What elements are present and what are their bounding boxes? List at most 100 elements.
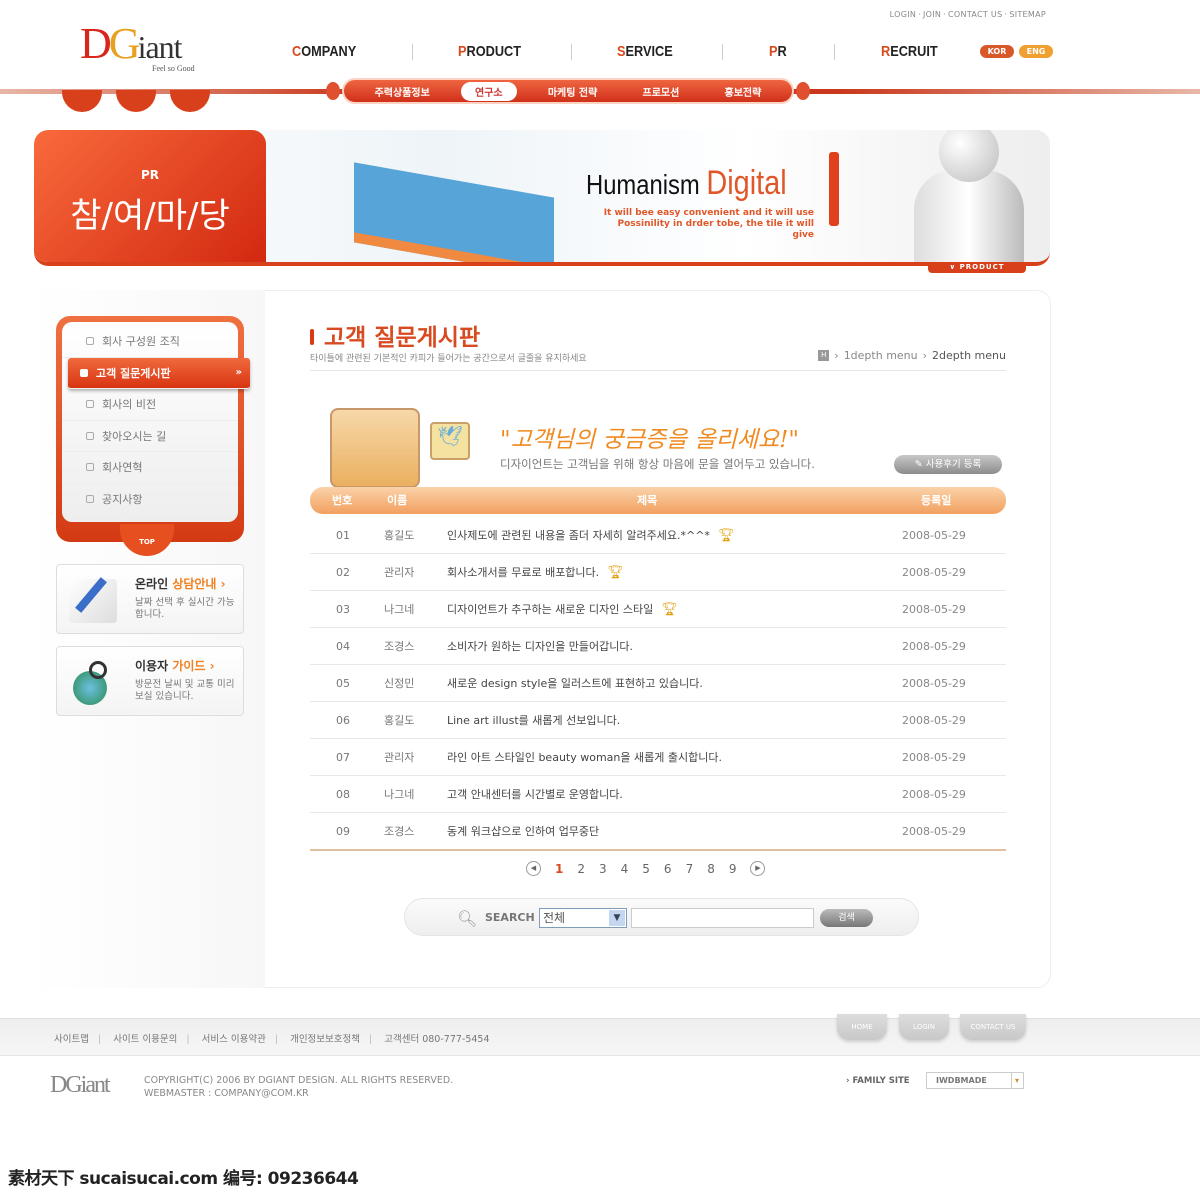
row-number: 09 (336, 825, 350, 838)
nav-recruit[interactable]: RECRUIT (881, 43, 938, 60)
footer-link[interactable]: 사이트맵 (54, 1034, 89, 1045)
nav-pr[interactable]: PR (769, 43, 824, 60)
join-link[interactable]: JOIN (923, 10, 941, 19)
subnav-item[interactable]: 마케팅 전략 (534, 82, 611, 101)
row-author: 관리자 (384, 751, 415, 764)
logo[interactable]: DGiant (80, 22, 183, 69)
row-date: 2008-05-29 (902, 566, 966, 579)
section-title: 참/여/마/당 (70, 196, 230, 236)
nav-dot-icon (326, 82, 340, 100)
page-link[interactable]: 3 (599, 862, 607, 876)
footer-logo: DGiant (50, 1072, 111, 1098)
row-date: 2008-05-29 (902, 788, 966, 801)
side-menu-item[interactable]: 공지사항 (62, 484, 238, 516)
logo-rest: iant (137, 29, 183, 65)
box-desc: 방문전 날씨 및 교통 미리보실 있습니다. (135, 679, 235, 702)
page-link[interactable]: 9 (729, 862, 737, 876)
page-link[interactable]: 7 (686, 862, 694, 876)
page-link[interactable]: 8 (707, 862, 715, 876)
row-date: 2008-05-29 (902, 714, 966, 727)
side-menu-item[interactable]: 찾아오시는 길 (62, 421, 238, 452)
prev-page-icon[interactable]: ◀ (526, 861, 541, 876)
subnav-item[interactable]: 주력상품정보 (361, 82, 444, 101)
customer-center: 고객센터 080-777-5454 (384, 1034, 490, 1045)
table-row[interactable]: 05 신정민 새로운 design style을 일러스트에 표현하고 있습니다… (310, 665, 1006, 702)
footer-link[interactable]: 사이트 이용문의 (113, 1034, 177, 1045)
side-menu-item-active[interactable]: 고객 질문게시판» (68, 357, 250, 389)
user-guide-box[interactable]: 이용자 가이드 › 방문전 날씨 및 교통 미리보실 있습니다. (56, 646, 244, 716)
home-icon[interactable]: H (818, 350, 830, 361)
col-date: 등록일 (921, 494, 952, 507)
subnav-item[interactable]: 프로모션 (629, 82, 694, 101)
row-author: 신정민 (384, 677, 415, 690)
online-consult-box[interactable]: 온라인 상담안내 › 날짜 선택 후 실시간 가능합니다. (56, 564, 244, 634)
row-number: 03 (336, 603, 350, 616)
box-desc: 날짜 선택 후 실시간 가능합니다. (135, 597, 235, 620)
breadcrumb: H › 1depth menu › 2depth menu (818, 349, 1006, 362)
slogan-sub: 디자이언트는 고객님을 위해 항상 마음에 문을 열어두고 있습니다. (500, 457, 815, 471)
table-row[interactable]: 03 나그네 디자이언트가 추구하는 새로운 디자인 스타일 🏆︎ 2008-05… (310, 591, 1006, 628)
contact-link[interactable]: CONTACT US (948, 10, 1002, 19)
nav-product[interactable]: PRODUCT (458, 43, 554, 60)
side-menu-item[interactable]: 회사의 비전 (62, 389, 238, 421)
product-tag[interactable]: ∨ PRODUCT (928, 262, 1026, 273)
subnav-item-active[interactable]: 연구소 (461, 81, 517, 101)
register-review-button[interactable]: ✎ 사용후기 등록 (894, 455, 1002, 474)
row-title-link[interactable]: 디자이언트가 추구하는 새로운 디자인 스타일 🏆︎ (447, 591, 678, 628)
row-title-link[interactable]: 소비자가 원하는 디자인을 만들어갑니다. (447, 628, 633, 665)
side-menu-item[interactable]: 회사연혁 (62, 452, 238, 484)
footer-link[interactable]: 개인정보보호정책 (290, 1034, 360, 1045)
table-row[interactable]: 02 관리자 회사소개서를 무료로 배포합니다. 🏆︎ 2008-05-29 (310, 554, 1006, 591)
pagination: ◀ 123456789 ▶ (526, 861, 766, 876)
row-title-link[interactable]: 동계 워크샵으로 인하여 업무중단 (447, 813, 599, 850)
row-title-link[interactable]: 고객 안내센터를 시간별로 운영합니다. (447, 776, 623, 813)
table-row[interactable]: 01 홍길도 인사제도에 관련된 내용을 좀더 자세히 알려주세요.*^^* 🏆︎… (310, 517, 1006, 554)
nav-company[interactable]: COMPANY (292, 43, 394, 60)
table-row[interactable]: 04 조경스 소비자가 원하는 디자인을 만들어갑니다. 2008-05-29 (310, 628, 1006, 665)
row-number: 02 (336, 566, 350, 579)
side-menu-item[interactable]: 회사 구성원 조직 (62, 326, 238, 358)
lang-eng-button[interactable]: ENG (1019, 45, 1053, 58)
nav-service[interactable]: SERVICE (617, 43, 706, 60)
search-field-select[interactable]: 전체 ▼ (539, 908, 627, 928)
row-title-link[interactable]: 새로운 design style을 일러스트에 표현하고 있습니다. (447, 665, 703, 702)
side-menu: 회사 구성원 조직 고객 질문게시판» 회사의 비전 찾아오시는 길 회사연혁 … (56, 316, 250, 542)
footer-link[interactable]: 서비스 이용약관 (202, 1034, 266, 1045)
page-link[interactable]: 5 (642, 862, 650, 876)
search-label: SEARCH (485, 911, 535, 924)
page-link[interactable]: 4 (621, 862, 629, 876)
lang-kor-button[interactable]: KOR (980, 45, 1014, 58)
login-link[interactable]: LOGIN (890, 10, 917, 19)
page-link[interactable]: 6 (664, 862, 672, 876)
nav-divider (834, 43, 835, 60)
nav-divider (412, 43, 413, 60)
row-title-link[interactable]: 인사제도에 관련된 내용을 좀더 자세히 알려주세요.*^^* 🏆︎ (447, 517, 734, 554)
breadcrumb-item[interactable]: 1depth menu (844, 349, 918, 362)
search-button[interactable]: 검색 (820, 909, 873, 927)
subnav-item[interactable]: 홍보전략 (711, 82, 776, 101)
table-row[interactable]: 08 나그네 고객 안내센터를 시간별로 운영합니다. 2008-05-29 (310, 776, 1006, 813)
breadcrumb-item[interactable]: 2depth menu (932, 349, 1006, 362)
footer-home-button[interactable]: HOME (837, 1014, 887, 1040)
row-title-link[interactable]: 회사소개서를 무료로 배포합니다. 🏆︎ (447, 554, 624, 591)
family-site-select[interactable]: IWDBMADE ▾ (926, 1072, 1024, 1089)
sub-nav: 주력상품정보 연구소 마케팅 전략 프로모션 홍보전략 (342, 78, 794, 104)
row-author: 조경스 (384, 825, 415, 838)
sitemap-link[interactable]: SITEMAP (1009, 10, 1046, 19)
banner-headline: Humanism Digital (586, 164, 787, 202)
table-row[interactable]: 06 홍길도 Line art illust를 새롭게 선보입니다. 2008-… (310, 702, 1006, 739)
trophy-icon: 🏆︎ (661, 602, 678, 617)
row-title-link[interactable]: 라인 아트 스타일인 beauty woman을 새롭게 출시합니다. (447, 739, 722, 776)
page-link[interactable]: 2 (577, 862, 585, 876)
footer-login-button[interactable]: LOGIN (899, 1014, 949, 1040)
chevron-down-icon: ▾ (1010, 1073, 1019, 1088)
row-title-link[interactable]: Line art illust를 새롭게 선보입니다. (447, 702, 620, 739)
table-row[interactable]: 07 관리자 라인 아트 스타일인 beauty woman을 새롭게 출시합니… (310, 739, 1006, 776)
next-page-icon[interactable]: ▶ (750, 861, 766, 876)
search-input[interactable] (631, 908, 814, 928)
page-link[interactable]: 1 (555, 862, 563, 876)
edit-icon: ✎ (914, 459, 926, 470)
search-icon: 🔍︎ (457, 909, 478, 928)
footer-contact-button[interactable]: CONTACT US (960, 1014, 1026, 1040)
table-row[interactable]: 09 조경스 동계 워크샵으로 인하여 업무중단 2008-05-29 (310, 813, 1006, 850)
